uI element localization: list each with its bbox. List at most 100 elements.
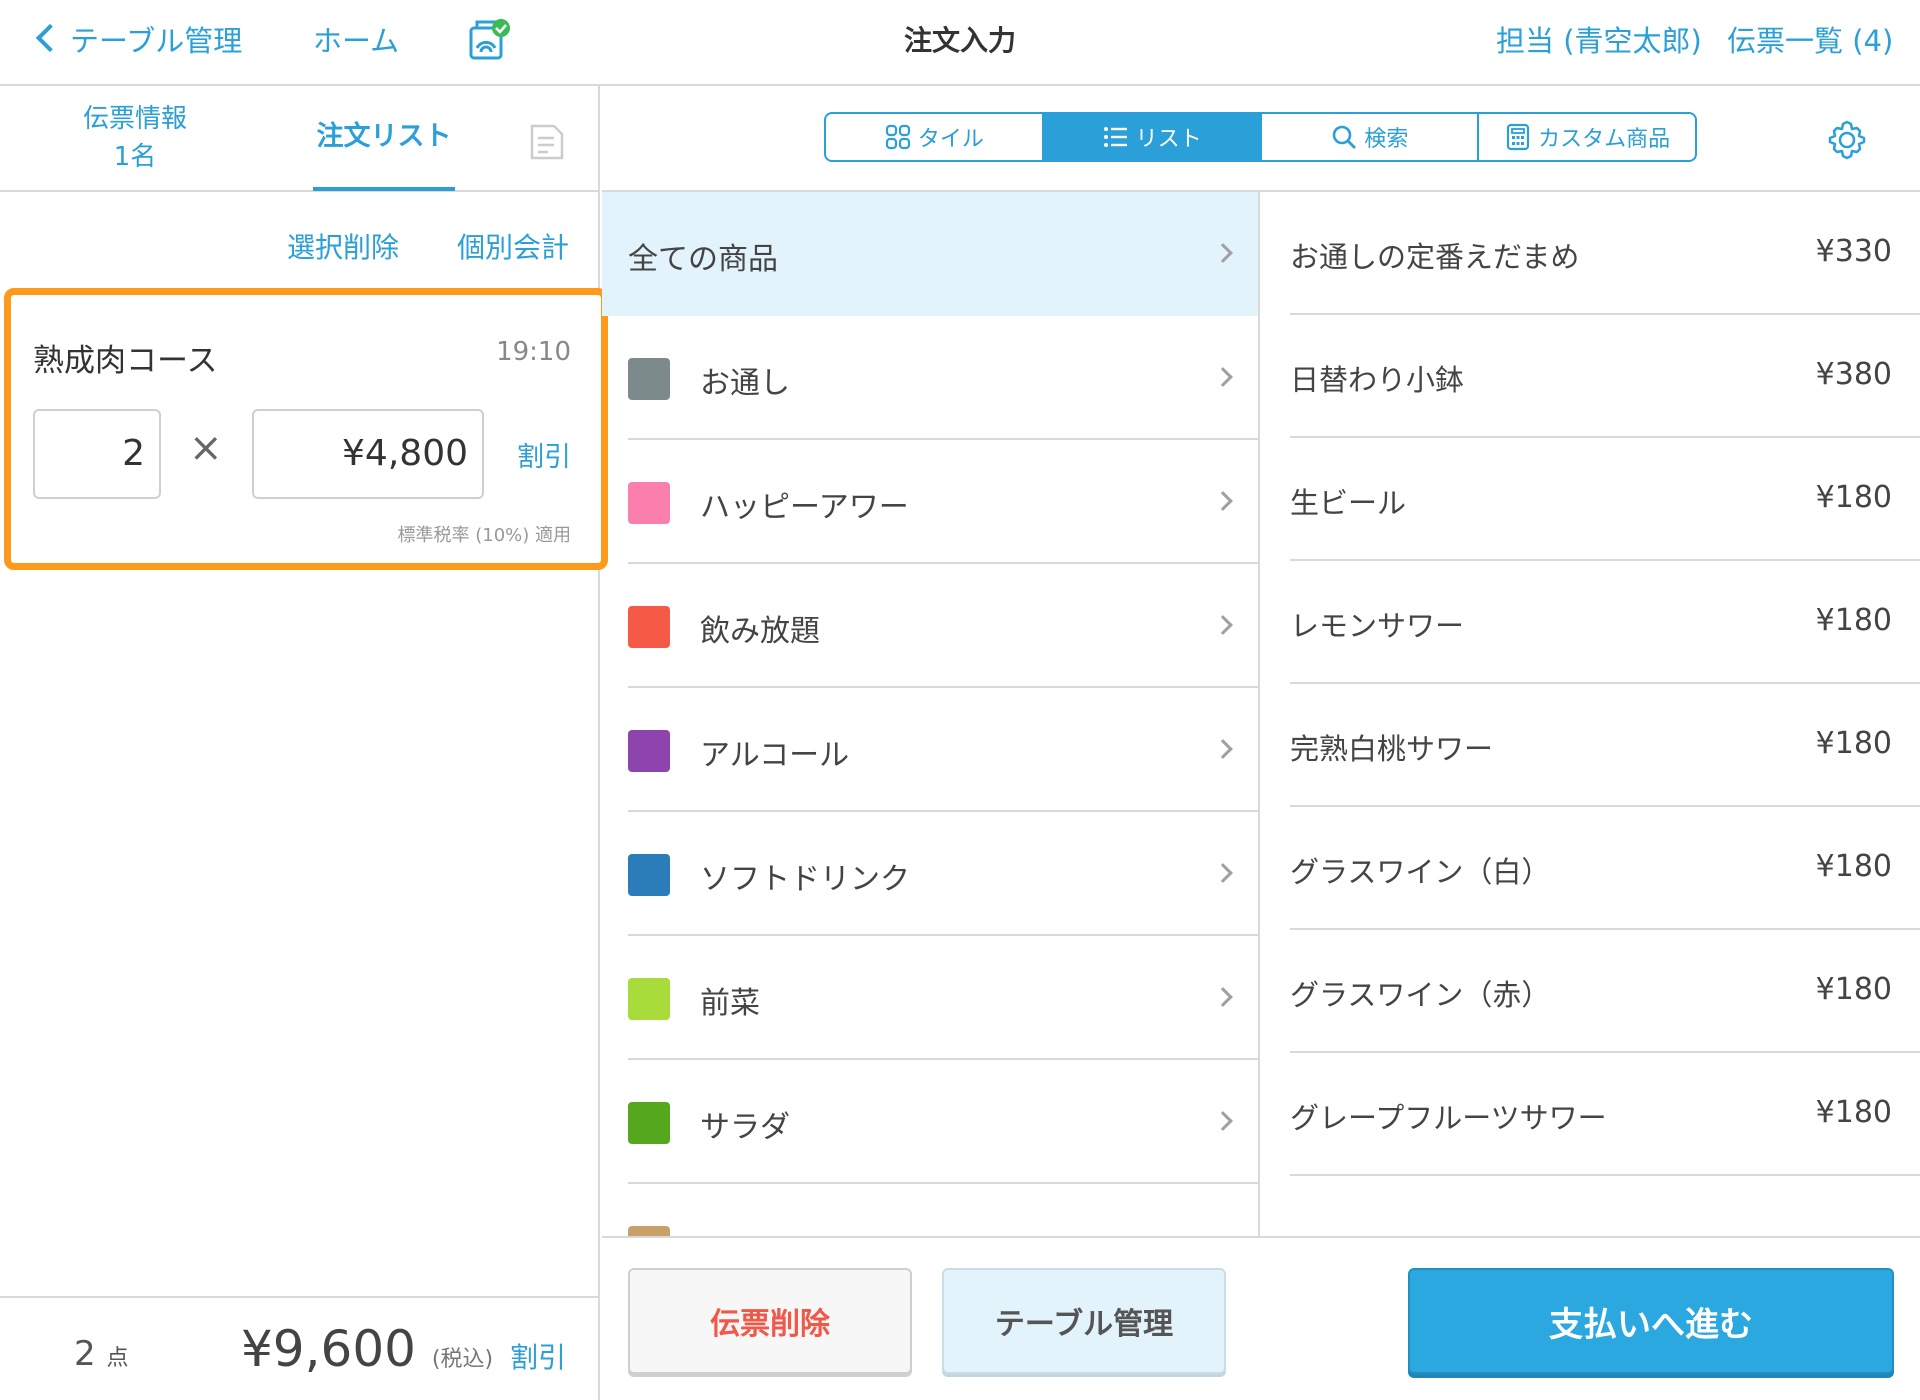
proceed-to-payment-button[interactable]: 支払いへ進む [1408, 1268, 1894, 1374]
view-mode-search[interactable]: 検索 [1262, 114, 1480, 160]
guest-count: 1名 [113, 142, 157, 172]
category-item[interactable]: ハッピーアワー [602, 440, 1258, 564]
chevron-right-icon [1213, 243, 1233, 263]
category-list: 全ての商品 お通し ハッピーアワー 飲み放題 アルコール ソフトドリンク 前菜 [602, 192, 1260, 1236]
item-count: 2 点 [74, 1334, 128, 1374]
chevron-right-icon [1213, 1111, 1233, 1131]
view-mode-tile-label: タイル [917, 127, 984, 152]
product-price: ¥180 [1815, 480, 1892, 515]
gear-icon[interactable] [1825, 118, 1869, 162]
back-button[interactable]: テーブル管理 [35, 20, 243, 62]
product-name: 日替わり小鉢 [1290, 363, 1465, 397]
category-item[interactable]: 前菜 [602, 936, 1258, 1060]
product-price: ¥180 [1815, 726, 1892, 761]
product-item[interactable]: お通しの定番えだまめ ¥330 [1262, 192, 1920, 315]
receipt-icon[interactable] [530, 124, 564, 160]
view-mode-tile[interactable]: タイル [826, 114, 1044, 160]
product-item[interactable]: レモンサワー ¥180 [1262, 561, 1920, 684]
category-label: お通し [700, 366, 790, 401]
category-item[interactable]: お通し [602, 316, 1258, 440]
view-mode-segmented-control: タイル リスト 検索 カスタム商品 [824, 112, 1697, 162]
product-item[interactable] [1262, 1176, 1920, 1236]
tab-slip-info[interactable]: 伝票情報 1名 [55, 100, 215, 176]
order-item-card[interactable]: 熟成肉コース 19:10 2 × ¥4,800 割引 標準税率 (10%) 適用 [4, 288, 608, 570]
view-mode-list-label: リスト [1135, 127, 1202, 152]
total-discount-button[interactable]: 割引 [510, 1336, 566, 1376]
product-item[interactable]: グラスワイン（赤） ¥180 [1262, 930, 1920, 1053]
tab-slip-info-label: 伝票情報 [82, 104, 187, 134]
list-icon [1103, 127, 1127, 147]
category-color-swatch [628, 1226, 670, 1236]
product-item[interactable]: 生ビール ¥180 [1262, 438, 1920, 561]
item-discount-button[interactable]: 割引 [517, 435, 571, 474]
category-item[interactable]: アルコール [602, 688, 1258, 812]
order-panel: 伝票情報 1名 注文リスト 選択削除 個別会計 熟成肉コース 19:10 2 ×… [0, 86, 608, 1400]
printer-connected-icon[interactable] [465, 18, 513, 64]
order-item-time: 19:10 [496, 337, 571, 367]
category-color-swatch [628, 606, 670, 648]
product-price: ¥380 [1815, 357, 1892, 392]
product-item[interactable]: 日替わり小鉢 ¥380 [1262, 315, 1920, 438]
category-label: ハッピーアワー [700, 490, 909, 525]
active-tab-indicator [313, 187, 455, 191]
category-color-swatch [628, 1102, 670, 1144]
delete-slip-button[interactable]: 伝票削除 [628, 1268, 912, 1374]
chevron-right-icon [1213, 739, 1233, 759]
chevron-right-icon [1213, 863, 1233, 883]
order-item-name: 熟成肉コース [33, 343, 218, 379]
home-link[interactable]: ホーム [313, 20, 399, 62]
multiply-sign: × [189, 425, 223, 471]
category-label: ソフトドリンク [700, 862, 910, 897]
category-item[interactable]: 飲み放題 [602, 564, 1258, 688]
category-color-swatch [628, 978, 670, 1020]
category-label: 前菜 [700, 986, 760, 1021]
delete-selected-button[interactable]: 選択削除 [287, 226, 399, 266]
product-name: お通しの定番えだまめ [1290, 240, 1580, 274]
item-count-value: 2 [74, 1334, 96, 1374]
bottom-action-bar: 伝票削除 テーブル管理 支払いへ進む [602, 1236, 1920, 1400]
category-item[interactable] [602, 1184, 1258, 1236]
table-manage-button[interactable]: テーブル管理 [942, 1268, 1226, 1374]
product-name: グラスワイン（白） [1290, 855, 1551, 889]
category-label: サラダ [700, 1110, 790, 1145]
back-label: テーブル管理 [70, 24, 243, 58]
product-name: 生ビール [1290, 486, 1407, 520]
view-mode-bar: タイル リスト 検索 カスタム商品 [602, 86, 1920, 192]
category-color-swatch [628, 854, 670, 896]
tax-included-label: (税込) [431, 1347, 494, 1372]
product-price: ¥180 [1815, 972, 1892, 1007]
order-total-value: ¥9,600 [241, 1320, 416, 1378]
order-summary: 2 点 ¥9,600 (税込) 割引 [0, 1296, 598, 1400]
product-price: ¥180 [1815, 1095, 1892, 1130]
category-color-swatch [628, 730, 670, 772]
product-price: ¥180 [1815, 603, 1892, 638]
chevron-left-icon [35, 23, 65, 53]
quantity-field[interactable]: 2 [33, 409, 161, 499]
view-mode-custom[interactable]: カスタム商品 [1479, 114, 1695, 160]
slip-list-button[interactable]: 伝票一覧 (4) [1727, 20, 1893, 62]
product-price: ¥180 [1815, 849, 1892, 884]
category-item[interactable]: ソフトドリンク [602, 812, 1258, 936]
view-mode-list[interactable]: リスト [1043, 114, 1262, 160]
view-mode-search-label: 検索 [1364, 127, 1409, 152]
product-item[interactable]: 完熟白桃サワー ¥180 [1262, 684, 1920, 807]
product-item[interactable]: グラスワイン（白） ¥180 [1262, 807, 1920, 930]
tax-rate-note: 標準税率 (10%) 適用 [397, 525, 572, 546]
chevron-right-icon [1213, 367, 1233, 387]
category-item-all[interactable]: 全ての商品 [602, 192, 1258, 316]
category-label: 全ての商品 [628, 242, 778, 277]
unit-price-field[interactable]: ¥4,800 [252, 409, 484, 499]
product-item[interactable]: グレープフルーツサワー ¥180 [1262, 1053, 1920, 1176]
calculator-icon [1507, 123, 1530, 151]
chevron-right-icon [1213, 987, 1233, 1007]
tab-order-list[interactable]: 注文リスト [313, 114, 455, 153]
product-price: ¥330 [1815, 234, 1892, 269]
staff-button[interactable]: 担当 (青空太郎) [1496, 20, 1702, 62]
individual-bill-button[interactable]: 個別会計 [457, 226, 569, 266]
category-label: アルコール [700, 738, 850, 773]
chevron-right-icon [1213, 615, 1233, 635]
category-item[interactable]: サラダ [602, 1060, 1258, 1184]
order-total: ¥9,600 (税込) [241, 1320, 493, 1378]
search-icon [1333, 125, 1357, 149]
product-name: レモンサワー [1290, 609, 1465, 643]
